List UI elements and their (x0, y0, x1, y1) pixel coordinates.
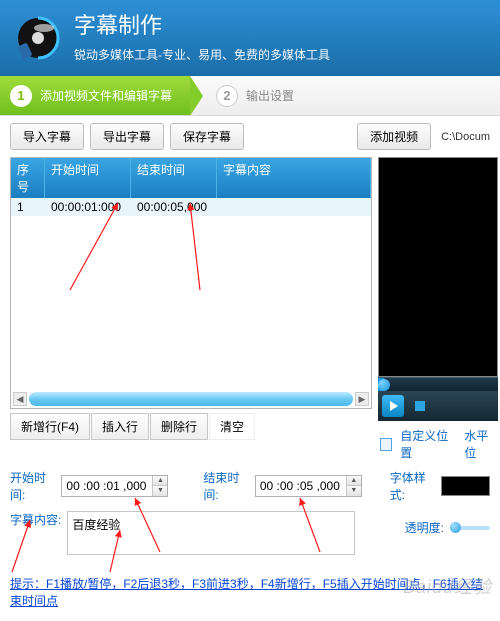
start-time-input[interactable]: ▲▼ (61, 475, 168, 497)
end-time-field[interactable] (256, 476, 346, 496)
delete-row-button[interactable]: 删除行 (150, 413, 208, 440)
cell-end: 00:00:05,000 (131, 198, 217, 216)
step-2[interactable]: 2 输出设置 (190, 76, 312, 115)
th-index: 序号 (11, 158, 45, 198)
end-time-input[interactable]: ▲▼ (255, 475, 362, 497)
player-controls (378, 391, 498, 421)
cell-index: 1 (11, 198, 45, 216)
save-subtitle-button[interactable]: 保存字幕 (170, 123, 244, 150)
scroll-track[interactable] (29, 392, 353, 406)
start-up-icon[interactable]: ▲ (152, 476, 167, 486)
font-color-swatch[interactable] (441, 476, 490, 496)
table-row[interactable]: 1 00:00:01:000 00:00:05,000 (11, 198, 371, 216)
video-path-label: C:\Docum (441, 131, 490, 143)
cell-content (217, 198, 371, 216)
scroll-right-icon[interactable]: ▶ (355, 392, 369, 406)
step-2-num: 2 (216, 85, 238, 107)
end-time-label: 结束时间: (203, 469, 248, 503)
th-end: 结束时间 (131, 158, 217, 198)
slider-knob[interactable] (450, 522, 461, 533)
start-time-label: 开始时间: (10, 469, 55, 503)
step-bar: 1 添加视频文件和编辑字幕 2 输出设置 (0, 76, 500, 116)
seek-bar[interactable] (378, 377, 498, 391)
end-up-icon[interactable]: ▲ (346, 476, 361, 486)
app-logo (14, 14, 62, 62)
app-subtitle: 锐动多媒体工具-专业、易用、免费的多媒体工具 (74, 46, 486, 63)
stop-button[interactable] (410, 396, 430, 416)
font-style-label: 字体样式: (390, 469, 435, 503)
hints-link[interactable]: 提示：F1播放/暂停，F2后退3秒，F3前进3秒，F4新增行，F5插入开始时间点… (10, 577, 483, 608)
cell-start: 00:00:01:000 (45, 198, 131, 216)
export-subtitle-button[interactable]: 导出字幕 (90, 123, 164, 150)
start-time-field[interactable] (62, 476, 152, 496)
seek-knob[interactable] (378, 379, 390, 391)
th-start: 开始时间 (45, 158, 131, 198)
h-position-label: 水平位 (464, 427, 498, 461)
custom-position-label: 自定义位置 (400, 427, 456, 461)
start-down-icon[interactable]: ▼ (152, 486, 167, 496)
step-2-label: 输出设置 (246, 87, 294, 104)
transparency-label: 透明度: (405, 519, 444, 536)
new-row-button[interactable]: 新增行(F4) (10, 413, 90, 440)
end-down-icon[interactable]: ▼ (346, 486, 361, 496)
video-preview (378, 157, 498, 377)
subtitle-content-input[interactable] (67, 511, 355, 555)
h-scrollbar[interactable]: ◀ ▶ (13, 392, 369, 406)
import-subtitle-button[interactable]: 导入字幕 (10, 123, 84, 150)
transparency-slider[interactable] (450, 526, 490, 530)
play-button[interactable] (382, 395, 404, 417)
app-title: 字幕制作 (74, 8, 486, 40)
step-1-label: 添加视频文件和编辑字幕 (40, 87, 172, 104)
step-1-num: 1 (10, 85, 32, 107)
subtitle-table[interactable]: 序号 开始时间 结束时间 字幕内容 1 00:00:01:000 00:00:0… (10, 157, 372, 409)
subtitle-content-label: 字幕内容: (10, 511, 61, 528)
step-1[interactable]: 1 添加视频文件和编辑字幕 (0, 76, 190, 115)
clear-button[interactable]: 清空 (209, 413, 255, 440)
table-header: 序号 开始时间 结束时间 字幕内容 (11, 158, 371, 198)
th-content: 字幕内容 (217, 158, 371, 198)
scroll-left-icon[interactable]: ◀ (13, 392, 27, 406)
add-video-button[interactable]: 添加视频 (357, 123, 431, 150)
insert-row-button[interactable]: 插入行 (91, 413, 149, 440)
custom-position-checkbox[interactable] (380, 438, 392, 451)
